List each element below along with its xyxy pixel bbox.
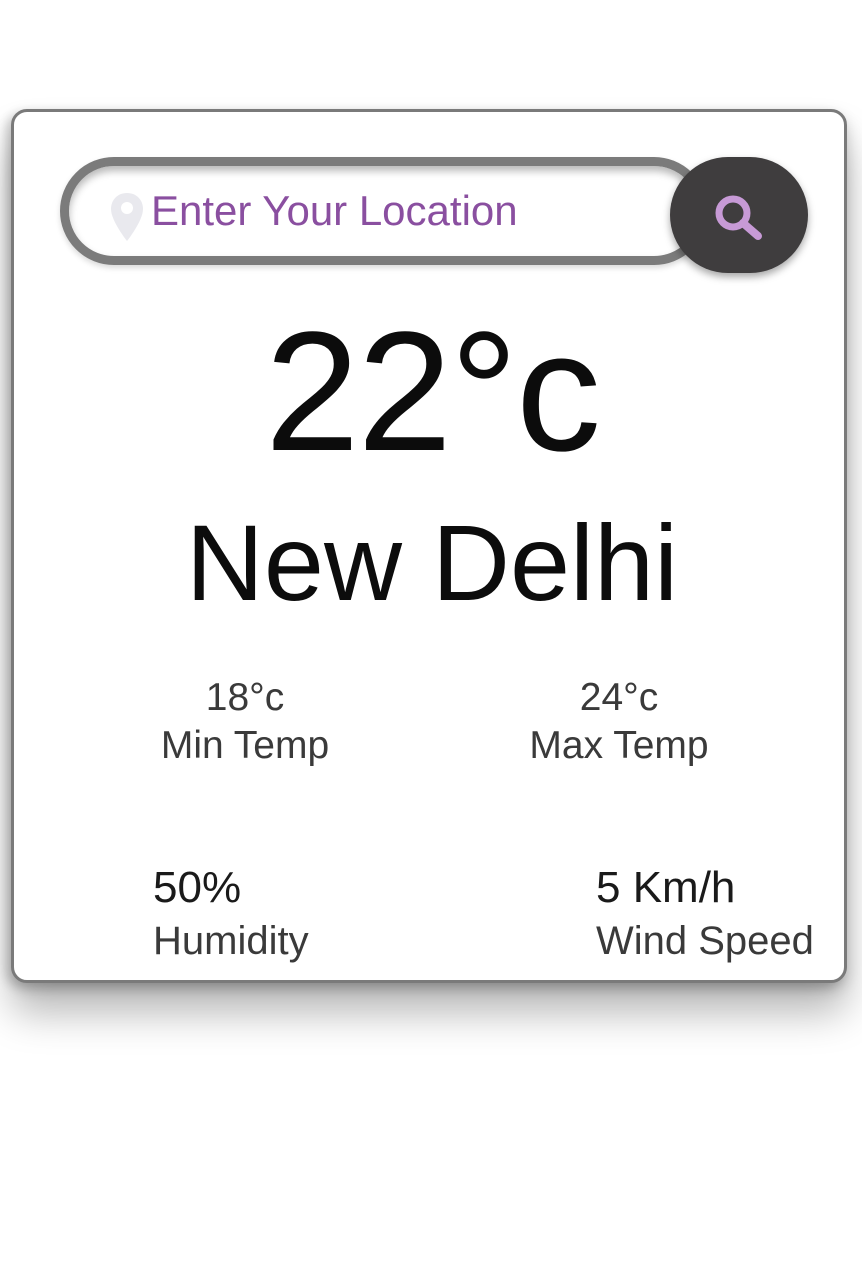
search-bar[interactable] bbox=[60, 157, 708, 265]
humidity-stat: 50% Humidity bbox=[153, 862, 309, 968]
min-temp-stat: 18°c Min Temp bbox=[140, 674, 350, 770]
humidity-value: 50% bbox=[153, 863, 242, 912]
max-temp-value: 24°c bbox=[579, 676, 659, 719]
min-temp-label: Min Temp bbox=[160, 724, 330, 767]
location-pin-icon bbox=[111, 193, 143, 241]
search-button[interactable] bbox=[670, 157, 808, 273]
wind-speed-label: Wind Speed bbox=[596, 919, 814, 963]
wind-speed-value: 5 Km/h bbox=[596, 863, 736, 912]
city-name: New Delhi bbox=[185, 502, 679, 623]
min-temp-value: 18°c bbox=[205, 676, 285, 719]
search-icon bbox=[715, 195, 762, 240]
location-search-input[interactable] bbox=[151, 182, 631, 240]
wind-speed-stat: 5 Km/h Wind Speed bbox=[596, 862, 814, 968]
weather-card: 22°c New Delhi 18°c Min Temp 24°c Max Te… bbox=[11, 109, 847, 983]
humidity-label: Humidity bbox=[153, 919, 309, 963]
current-temperature: 22°c bbox=[264, 297, 601, 487]
max-temp-label: Max Temp bbox=[529, 724, 709, 767]
max-temp-stat: 24°c Max Temp bbox=[514, 674, 724, 770]
